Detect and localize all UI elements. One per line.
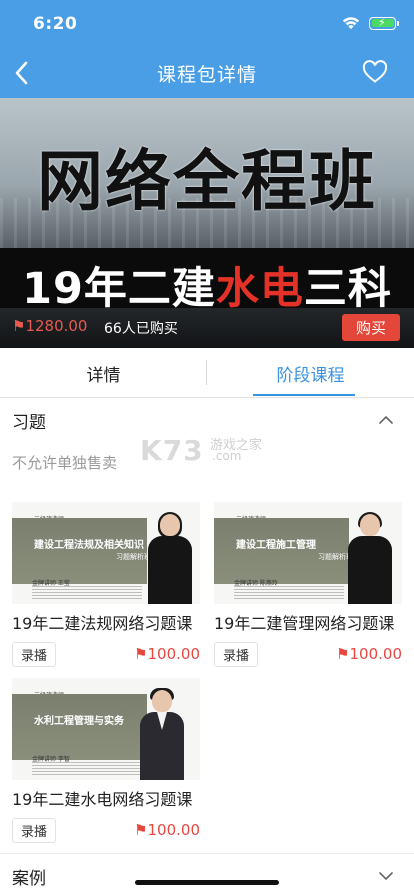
course-price: ⚑100.00 [336, 645, 402, 663]
course-thumbnail: 二级建造师 水利工程管理与实务 金牌讲师 李智 [12, 678, 200, 780]
buy-button[interactable]: 购买 [342, 314, 400, 341]
course-card[interactable]: 二级建造师 建设工程施工管理 习题解析班 金牌讲师 陈燕玲 19年二建管理网络习… [214, 502, 402, 668]
lecturer-photo [344, 512, 396, 604]
watermark-logo: K73 游戏之家 .com [140, 434, 263, 467]
status-time: 6:20 [33, 14, 78, 34]
section-cases-header[interactable]: 案例 [0, 854, 414, 896]
chevron-down-icon [379, 872, 393, 880]
chevron-up-icon [379, 416, 393, 424]
course-thumbnail: 二级建造师 建设工程施工管理 习题解析班 金牌讲师 陈燕玲 [214, 502, 402, 604]
course-thumbnail: 二级建造师 建设工程法规及相关知识 习题解析班 金牌讲师 王莹 [12, 502, 200, 604]
battery-icon: ⚡ [369, 16, 399, 30]
status-icons: ⚡ [341, 16, 399, 30]
tab-stage-courses[interactable]: 阶段课程 [207, 348, 414, 398]
recorded-badge: 录播 [12, 642, 57, 667]
course-card[interactable]: 二级建造师 建设工程法规及相关知识 习题解析班 金牌讲师 王莹 19年二建法规网… [12, 502, 200, 668]
course-title: 19年二建水电网络习题课 [12, 790, 193, 809]
tab-details[interactable]: 详情 [0, 348, 207, 398]
recorded-badge: 录播 [12, 818, 57, 843]
heart-icon[interactable] [362, 59, 388, 85]
course-price: ⚑100.00 [134, 821, 200, 839]
package-price: ⚑1280.00 [12, 317, 88, 335]
not-sold-separately-notice: 不允许单独售卖 [12, 454, 118, 472]
price-row: ⚑1280.00 66人已购买 购买 [0, 310, 414, 346]
page-title: 课程包详情 [156, 64, 257, 86]
recorded-badge: 录播 [214, 642, 259, 667]
tab-bar: 详情 阶段课程 [0, 348, 414, 398]
screen: 6:20 ⚡ 课程包详情 网络全程班 19年二建水电三科 ⚑1280.00 66… [0, 0, 414, 896]
course-price: ⚑100.00 [134, 645, 200, 663]
section-title: 案例 [12, 869, 46, 889]
course-title: 19年二建法规网络习题课 [12, 614, 193, 633]
course-card[interactable]: 二级建造师 水利工程管理与实务 金牌讲师 李智 19年二建水电网络习题课 录播 … [12, 678, 200, 844]
course-banner: 网络全程班 19年二建水电三科 ⚑1280.00 66人已购买 购买 [0, 98, 414, 348]
lecturer-photo [144, 512, 196, 604]
lecturer-photo [136, 688, 188, 780]
course-title: 19年二建管理网络习题课 [214, 614, 395, 633]
wifi-icon [342, 17, 360, 29]
banner-headline: 网络全程班 [37, 143, 377, 220]
section-title: 习题 [12, 413, 46, 433]
buyer-count: 66人已购买 [104, 321, 178, 337]
banner-subtitle: 19年二建水电三科 [22, 264, 392, 314]
home-indicator [135, 880, 279, 885]
top-bar: 6:20 ⚡ 课程包详情 [0, 0, 414, 98]
active-tab-indicator [253, 394, 355, 396]
